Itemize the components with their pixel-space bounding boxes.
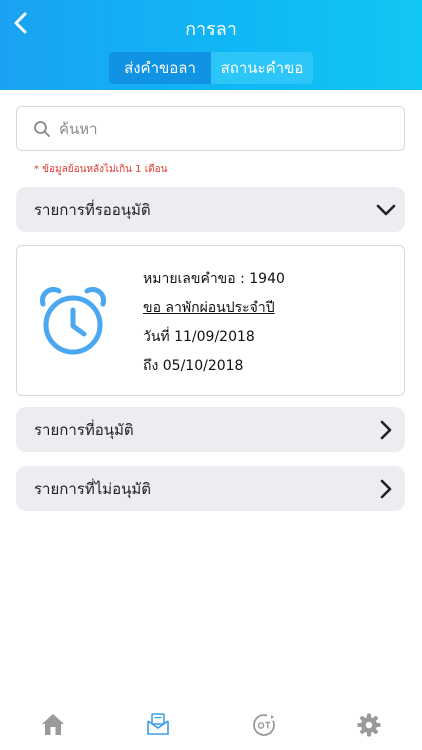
page-title: การลา [185,19,237,40]
section-pending[interactable]: รายการที่รออนุมัติ [16,187,405,232]
leave-mail-icon [147,713,170,735]
section-approved[interactable]: รายการที่อนุมัติ [16,407,405,452]
tab-request-status[interactable]: สถานะคำขอ [211,52,313,84]
gear-icon [357,713,381,737]
home-icon [41,714,64,735]
nav-ot[interactable] [211,705,317,750]
segmented-control: ส่งคำขอลา สถานะคำขอ [109,52,313,84]
nav-leave[interactable] [106,705,212,750]
request-number: หมายเลขคำขอ : 1940 [143,271,285,287]
nav-settings[interactable] [317,705,422,750]
section-approved-label: รายการที่อนุมัติ [34,420,134,439]
leave-type: ขอ ลาพักผ่อนประจำปี [143,300,275,316]
history-note: * ข้อมูลย้อนหลังไม่เกิน 1 เดือน [34,164,168,175]
search-icon [33,120,51,138]
search-input[interactable] [59,119,379,138]
tab-send-request[interactable]: ส่งคำขอลา [109,52,211,84]
bottom-navigation [0,705,422,750]
nav-home[interactable] [0,705,106,750]
pending-request-card[interactable]: หมายเลขคำขอ : 1940 ขอ ลาพักผ่อนประจำปี ว… [16,245,405,396]
section-rejected-label: รายการที่ไม่อนุมัติ [34,479,152,498]
date-from: วันที่ 11/09/2018 [143,329,255,345]
ot-icon [252,714,275,736]
search-box [16,106,405,151]
chevron-right-icon [375,419,397,441]
section-pending-label: รายการที่รออนุมัติ [34,200,151,219]
chevron-right-icon [375,478,397,500]
alarm-clock-icon [39,286,107,355]
app-header: การลา ส่งคำขอลา สถานะคำขอ [0,0,422,90]
section-rejected[interactable]: รายการที่ไม่อนุมัติ [16,466,405,511]
date-to: ถึง 05/10/2018 [143,358,244,374]
chevron-down-icon [375,199,397,221]
